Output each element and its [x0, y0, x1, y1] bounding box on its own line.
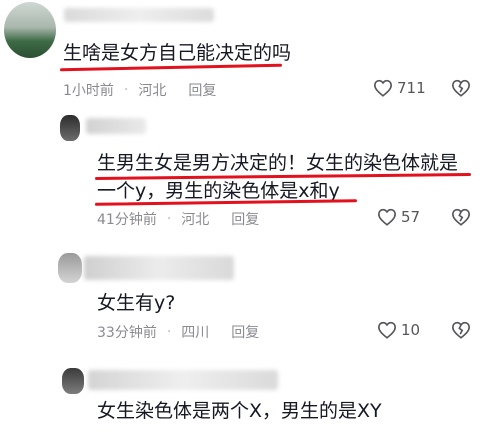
like-button[interactable]: 711	[373, 79, 426, 97]
comment-text: 女生有y?	[97, 292, 176, 314]
dislike-button[interactable]	[451, 321, 471, 343]
broken-heart-icon	[451, 321, 471, 339]
heart-icon	[373, 79, 393, 97]
reply-button[interactable]: 回复	[231, 209, 259, 229]
comment-text-line-1: 生男生女是男方决定的！女生的染色体就是	[97, 152, 459, 174]
meta-separator: ·	[166, 324, 172, 340]
comment-location: 河北	[181, 212, 210, 228]
comment-meta: 41分钟前 · 河北 回复	[97, 209, 259, 229]
avatar[interactable]	[62, 368, 84, 394]
comment-time: 33分钟前	[97, 325, 157, 341]
reply-button[interactable]: 回复	[231, 322, 259, 342]
comment-time: 41分钟前	[97, 212, 157, 228]
blurred-username	[84, 256, 234, 280]
dislike-button[interactable]	[451, 79, 471, 101]
like-count: 711	[397, 79, 426, 97]
meta-separator: ·	[123, 82, 129, 98]
dislike-button[interactable]	[451, 208, 471, 230]
heart-icon	[377, 208, 397, 226]
blurred-username	[64, 8, 214, 22]
meta-separator: ·	[166, 211, 172, 227]
comment-location: 河北	[138, 83, 167, 99]
comment-location: 四川	[181, 325, 210, 341]
comment-meta: 1小时前 · 河北 回复	[63, 80, 216, 100]
reply-button[interactable]: 回复	[188, 80, 216, 100]
like-button[interactable]: 57	[377, 208, 420, 226]
like-button[interactable]: 10	[377, 321, 420, 339]
comment-text: 生啥是女方自己能决定的吗	[63, 42, 292, 64]
comment-meta: 33分钟前 · 四川 回复	[97, 322, 259, 342]
broken-heart-icon	[451, 208, 471, 226]
blurred-username	[88, 370, 278, 390]
avatar[interactable]	[60, 115, 80, 141]
blurred-username	[86, 118, 146, 134]
avatar[interactable]	[58, 253, 82, 283]
comment-text: 女生染色体是两个X，男生的是XY	[97, 400, 382, 422]
heart-icon	[377, 321, 397, 339]
avatar[interactable]	[4, 2, 56, 58]
like-count: 57	[401, 208, 421, 226]
like-count: 10	[401, 321, 421, 339]
broken-heart-icon	[451, 79, 471, 97]
comment-time: 1小时前	[63, 83, 114, 99]
